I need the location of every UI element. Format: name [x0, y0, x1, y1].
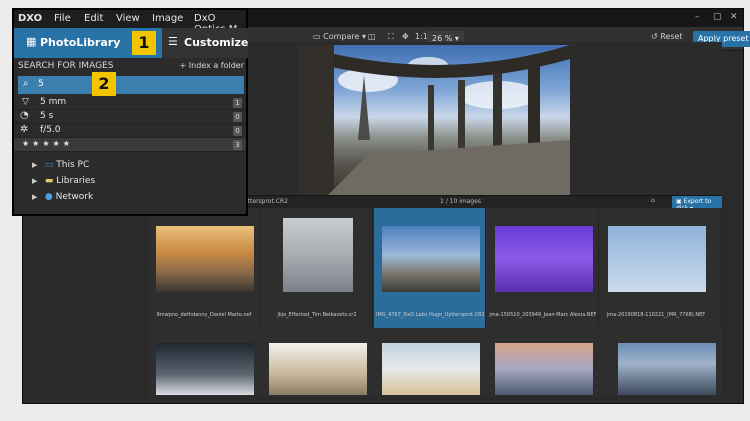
result-count: 0: [233, 112, 242, 122]
result-count: 1: [233, 98, 242, 108]
thumbnail-image: [156, 226, 254, 292]
disk-icon: ▣: [676, 198, 682, 205]
move-icon[interactable]: ✥: [402, 32, 409, 41]
thumbnail-cell[interactable]: jma-150510_203949_Jean-Marc Alexia.NEF: [487, 208, 599, 328]
grid-icon: ▦: [26, 35, 37, 48]
compare-button[interactable]: ▭ Compare ▾: [313, 32, 366, 41]
thumbnail-image: [382, 226, 480, 292]
tree-item-libraries[interactable]: ▶ ▬ Libraries: [32, 176, 95, 186]
tab-customize[interactable]: ☰ Customize: [162, 28, 248, 58]
step-badge-2: 2: [92, 72, 116, 96]
rating-stars: ★★★★★: [22, 139, 73, 148]
filter-row-aperture[interactable]: ✲ f/5.0 0: [14, 124, 246, 138]
thumbnail-caption: jma-20190818-110221_(MR_7768).NEF: [606, 312, 706, 318]
search-icon: ⌕: [23, 78, 29, 89]
compare-icon: ▭: [313, 32, 321, 41]
thumbnail-cell[interactable]: 9mwpno_dethdanny_Daniel Marto.nef: [148, 208, 260, 328]
preview-image: [298, 45, 570, 195]
expand-arrow-icon[interactable]: ▶: [32, 193, 42, 201]
expand-arrow-icon[interactable]: ▶: [32, 161, 42, 169]
search-header: SEARCH FOR IMAGES + Index a folder: [18, 61, 244, 71]
menu-edit[interactable]: Edit: [84, 13, 103, 24]
dxo-logo-icon: DXO: [18, 13, 43, 24]
menu-bar: DXO File Edit View Image DxO Optics M: [14, 10, 246, 35]
thumbnail-image: [495, 226, 593, 292]
export-to-disk-button[interactable]: ▣ Export to disk ▾: [672, 196, 722, 212]
thumbnail-image[interactable]: [495, 343, 593, 395]
thumbnail-image[interactable]: [269, 343, 367, 395]
filter-row-rating[interactable]: ★★★★★ 3: [14, 138, 246, 152]
focal-length-icon: ▽: [22, 97, 29, 107]
thumbnail-cell-selected[interactable]: IMG_4767_DxO Labs Hugo_Uyttersprot.CR2: [374, 208, 486, 328]
photolibrary-panel-callout: DXO File Edit View Image DxO Optics M ▦ …: [12, 8, 248, 216]
tree-item-this-pc[interactable]: ▶ ▭ This PC: [32, 160, 89, 170]
menu-file[interactable]: File: [54, 13, 71, 24]
ratio-button[interactable]: 1:1: [415, 32, 428, 41]
result-count: 0: [233, 126, 242, 136]
split-view-icon[interactable]: ◫: [368, 32, 376, 41]
search-input[interactable]: ⌕ 5: [18, 76, 244, 94]
sliders-icon: ☰: [168, 35, 178, 48]
thumbnail-cell[interactable]: jma-20190818-110221_(MR_7768).NEF: [600, 208, 722, 328]
filter-row-exposure[interactable]: ◔ 5 s 0: [14, 110, 246, 124]
thumbnail-caption: 9mwpno_dethdanny_Daniel Marto.nef: [156, 312, 252, 318]
thumbnail-image[interactable]: [618, 343, 716, 395]
image-count: 1 / 10 images: [440, 198, 482, 205]
thumbnail-image[interactable]: [382, 343, 480, 395]
step-badge-1: 1: [132, 31, 156, 55]
thumbnail-image: [608, 226, 706, 292]
result-count: 3: [233, 140, 242, 150]
menu-image[interactable]: Image: [152, 13, 183, 24]
fit-icon[interactable]: ⛶: [388, 32, 394, 42]
folder-icon: ▬: [44, 176, 54, 186]
thumbnail-caption: IMG_4767_DxO Labs Hugo_Uyttersprot.CR2: [376, 312, 484, 318]
filter-row-focal-length[interactable]: ▽ 5 mm 1: [14, 96, 246, 110]
shutter-speed-icon: ◔: [20, 110, 29, 121]
preview-photo[interactable]: [298, 45, 570, 195]
reset-button[interactable]: ↺ Reset: [651, 32, 683, 41]
tree-item-network[interactable]: ▶ ● Network: [32, 192, 93, 202]
expand-arrow-icon[interactable]: ▶: [32, 177, 42, 185]
module-tabs: ▦ PhotoLibrary ☰ Customize: [14, 28, 248, 58]
reset-icon: ↺: [651, 32, 658, 41]
computer-icon: ▭: [44, 160, 54, 170]
maximize-icon[interactable]: ▢: [713, 12, 722, 22]
thumbnail-caption: jma-150510_203949_Jean-Marc Alexia.NEF: [489, 312, 597, 318]
menu-view[interactable]: View: [116, 13, 140, 24]
thumbnail-cell[interactable]: jkjo_Effected_Tim Beikavets.cr2: [261, 208, 373, 328]
close-icon[interactable]: ✕: [730, 12, 738, 22]
index-folder-link[interactable]: + Index a folder: [180, 61, 244, 70]
aperture-icon: ✲: [20, 124, 29, 135]
minimize-icon[interactable]: –: [695, 12, 700, 22]
thumbnail-image: [283, 218, 353, 292]
thumbnail-image[interactable]: [156, 343, 254, 395]
network-icon: ●: [44, 192, 53, 202]
thumbnail-caption: jkjo_Effected_Tim Beikavets.cr2: [277, 312, 357, 318]
home-icon[interactable]: ⌂: [651, 197, 655, 204]
filmstrip: 9mwpno_dethdanny_Daniel Marto.nef jkjo_E…: [148, 208, 722, 396]
